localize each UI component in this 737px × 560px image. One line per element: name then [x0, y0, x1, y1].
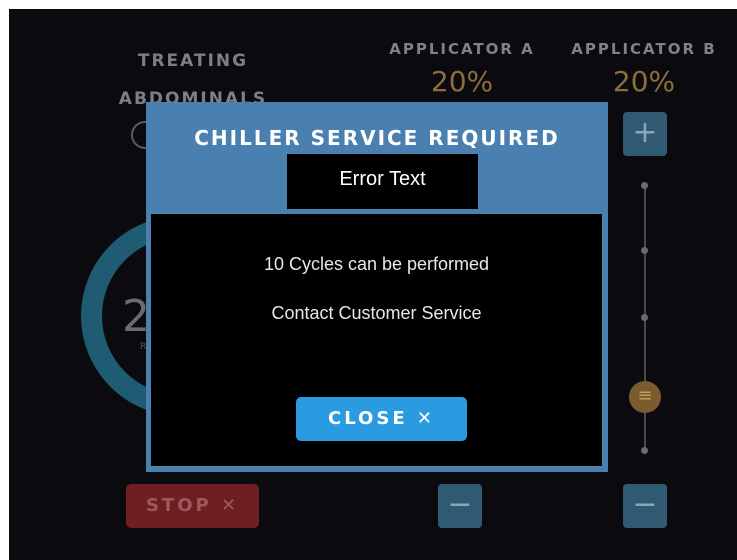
- treating-title: TREATING: [137, 51, 249, 71]
- contact-message: Contact Customer Service: [271, 303, 482, 323]
- cycles-message: 10 Cycles can be performed: [263, 254, 490, 274]
- dialog-title: CHILLER SERVICE REQUIRED: [194, 126, 560, 150]
- applicator-a-minus-button[interactable]: −: [438, 484, 482, 528]
- applicator-b-label: APPLICATOR B: [571, 40, 717, 58]
- applicator-a-percent: 20%: [430, 65, 494, 98]
- applicator-a-label: APPLICATOR A: [389, 40, 535, 58]
- slider-thumb-handle[interactable]: ≡: [629, 381, 661, 413]
- treatment-screen: TREATING ABDOMINALS APPLICATOR A 20% APP…: [9, 9, 737, 560]
- error-text-box: Error Text: [287, 154, 478, 209]
- slider-tick: [641, 182, 648, 189]
- slider-tick: [641, 314, 648, 321]
- slider-tick: [641, 247, 648, 254]
- close-button[interactable]: CLOSE ✕: [296, 397, 467, 441]
- applicator-b-percent: 20%: [612, 65, 676, 98]
- dialog-body: 10 Cycles can be performed Contact Custo…: [151, 214, 602, 466]
- slider-tick: [641, 447, 648, 454]
- applicator-b-plus-button[interactable]: +: [623, 112, 667, 156]
- chiller-service-dialog: CHILLER SERVICE REQUIRED Error Text 10 C…: [146, 102, 608, 472]
- stop-button[interactable]: STOP ✕: [126, 484, 259, 528]
- applicator-b-minus-button[interactable]: −: [623, 484, 667, 528]
